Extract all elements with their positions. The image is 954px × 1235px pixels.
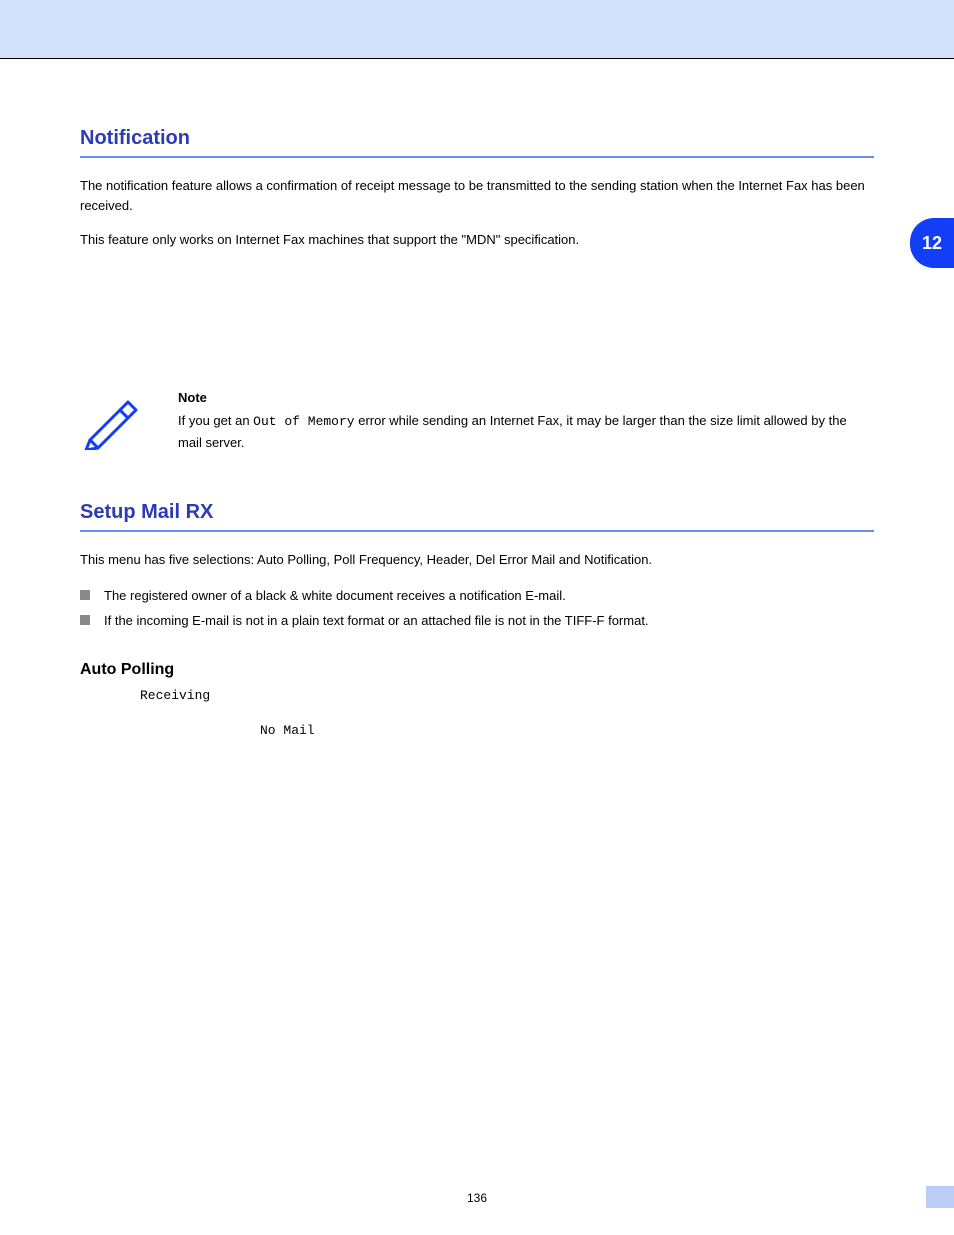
header-band [0, 0, 954, 59]
section-rule-2 [80, 530, 874, 532]
list-item: If the incoming E-mail is not in a plain… [80, 609, 874, 634]
nomail-text: No Mail [260, 723, 315, 738]
no-mail-text: No Mail [80, 720, 874, 741]
section-rx-title: Setup Mail RX [80, 501, 874, 524]
section-rule [80, 156, 874, 158]
auto-polling-title: Auto Polling [80, 661, 874, 679]
page-body: Size limitation Notification The notific… [0, 59, 954, 742]
notification-p1: The notification feature allows a confir… [80, 176, 874, 216]
rx-subtitle: This menu has five selections: Auto Poll… [80, 550, 874, 570]
out-of-memory-text: Out of Memory [253, 414, 354, 429]
note-text-a: If you get an [178, 413, 253, 428]
auto-polling-text: Receiving [80, 685, 874, 706]
list-item: The registered owner of a black & white … [80, 584, 874, 609]
rx-list: The registered owner of a black & white … [80, 584, 874, 633]
note-block: Note If you get an Out of Memory error w… [80, 390, 874, 466]
note-text: If you get an Out of Memory error while … [178, 411, 874, 452]
notification-p2: This feature only works on Internet Fax … [80, 230, 874, 250]
note-label: Note [178, 390, 874, 405]
section-notification-title: Notification [80, 127, 874, 150]
page-number: 136 [0, 1191, 954, 1205]
pencil-icon [80, 390, 160, 466]
footer-tab [926, 1186, 954, 1208]
receiving-text: Receiving [140, 688, 210, 703]
